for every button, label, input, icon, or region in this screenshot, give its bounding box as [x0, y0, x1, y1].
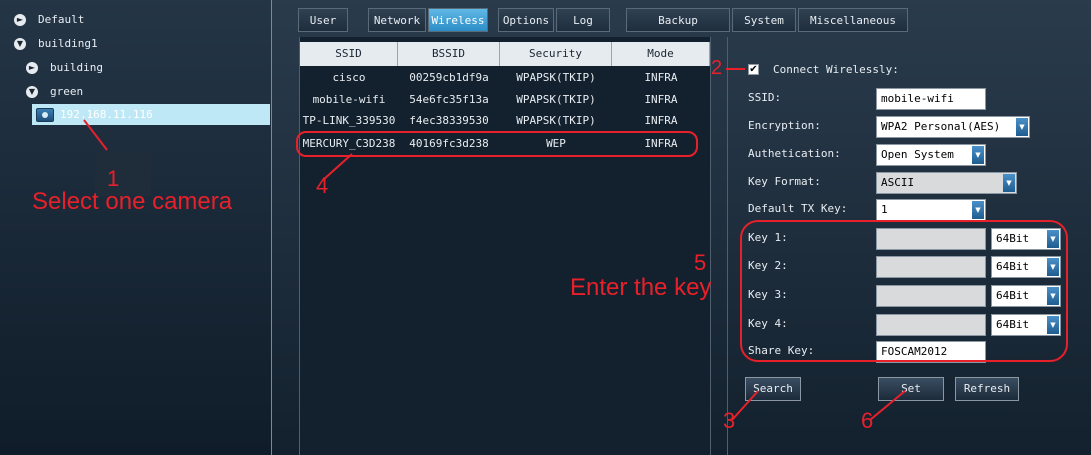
- annotation-step-4: 4: [316, 173, 329, 198]
- annotation-step-5: 5: [694, 250, 707, 275]
- annotation-step-6: 6: [861, 408, 874, 433]
- annotation-arrow-6: [869, 390, 906, 421]
- annotation-arrow-1: [83, 119, 108, 151]
- annotation-arrows: [83, 68, 906, 421]
- annotation-step-1: 1: [107, 166, 120, 191]
- annotation-step-3: 3: [723, 408, 736, 433]
- annotation-enter-key: Enter the key: [570, 274, 712, 301]
- annotation-step-2: 2: [711, 57, 723, 79]
- annotation-select-camera: Select one camera: [32, 188, 233, 215]
- annotation-arrow-3: [731, 390, 759, 421]
